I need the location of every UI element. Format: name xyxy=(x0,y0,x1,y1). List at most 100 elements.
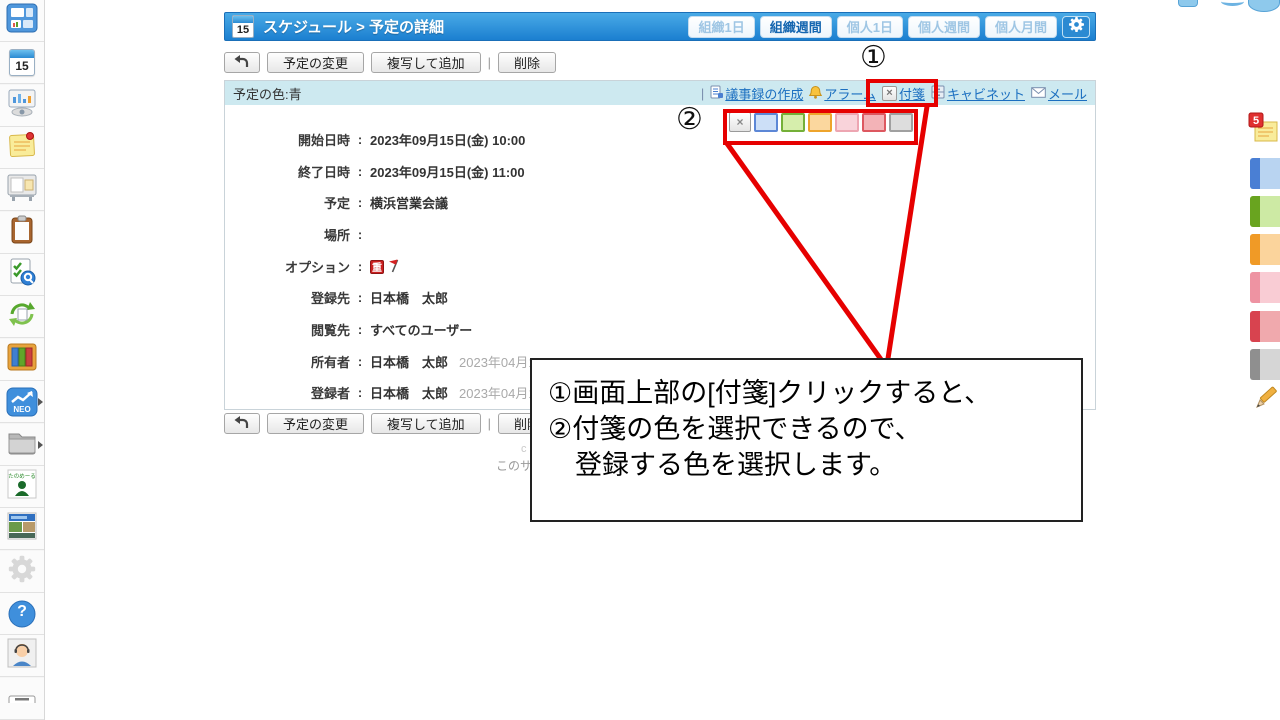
field-label: 所有者 xyxy=(310,355,350,370)
flyout-arrow-icon[interactable] xyxy=(38,397,43,406)
memo-icon xyxy=(6,130,38,165)
annotation-note: ①画面上部の[付箋]クリックすると、 ②付箋の色を選択できるので、 登録する色を… xyxy=(530,358,1083,522)
cropped-icon-fragment xyxy=(1248,0,1280,12)
settings-disabled-icon xyxy=(7,554,37,589)
mail-icon xyxy=(1031,86,1046,101)
important-icon: 重 xyxy=(370,259,384,274)
sidebar-item-folder[interactable] xyxy=(0,424,44,466)
minutes-icon xyxy=(710,85,724,102)
annotation-step1-marker: ① xyxy=(860,41,887,74)
view-button-4[interactable]: 個人月間 xyxy=(984,15,1057,38)
field-value: 2023年09月15日(金) 10:00 xyxy=(370,133,526,148)
sticky-tab-orange[interactable] xyxy=(1250,234,1280,265)
sticky-tab-red[interactable] xyxy=(1250,311,1280,342)
field-value: 日本橋 太郎 xyxy=(370,355,449,370)
calendar-day: 15 xyxy=(236,24,250,36)
screen: 15 NEO たのめーる? 15 スケジュール > 予定の詳細 組織1日 組織週間 個人… xyxy=(0,0,1280,720)
toolbar-button-0[interactable]: 予定の変更 xyxy=(267,413,365,434)
field-value: 日本橋 太郎 xyxy=(370,386,449,401)
left-sidebar: 15 NEO たのめーる? xyxy=(0,0,45,720)
field-date: 2023年04月1 xyxy=(459,355,536,370)
sidebar-item-settings-disabled[interactable] xyxy=(0,551,44,593)
schedule-icon: 15 xyxy=(9,49,35,76)
sidebar-item-bookshelf[interactable] xyxy=(0,339,44,381)
annotation-step2-marker: ② xyxy=(676,103,703,136)
sidebar-item-schedule[interactable]: 15 xyxy=(0,42,44,84)
toolbar-button-1[interactable]: 複写して追加 xyxy=(371,52,481,73)
flag-icon xyxy=(387,258,400,276)
webmeeting-icon xyxy=(6,88,38,123)
field-label: オプション xyxy=(284,260,350,275)
sticky-tab-pink[interactable] xyxy=(1250,272,1280,303)
sidebar-item-circulation[interactable] xyxy=(0,296,44,338)
sidebar-item-help[interactable]: ? xyxy=(0,593,44,635)
flyout-arrow-icon[interactable] xyxy=(38,440,43,449)
view-button-1[interactable]: 組織週間 xyxy=(759,15,832,38)
annotation-highlight-palette xyxy=(723,109,918,145)
toolbar-bottom: 予定の変更 複写して追加 | 削除 xyxy=(224,413,557,434)
support-icon xyxy=(7,638,37,673)
sidebar-item-infosite[interactable] xyxy=(0,508,44,550)
sticky-tab-blue[interactable] xyxy=(1250,158,1280,189)
sidebar-item-workflow[interactable] xyxy=(0,254,44,296)
toolbar-separator: | xyxy=(487,55,492,70)
sidebar-item-text-partial[interactable] xyxy=(0,678,44,720)
annotation-note-line: ②付箋の色を選択できるので、 xyxy=(548,414,922,444)
back-arrow-icon xyxy=(234,415,250,432)
sidebar-item-webmeeting[interactable] xyxy=(0,85,44,127)
alarm-icon xyxy=(809,85,823,102)
sidebar-item-tanomail[interactable]: たのめーる xyxy=(0,466,44,508)
annotation-note-line: ①画面上部の[付箋]クリックすると、 xyxy=(548,378,992,408)
schedule-calendar-icon: 15 xyxy=(232,15,254,38)
field-label: 登録先 xyxy=(310,291,350,306)
circulation-icon xyxy=(6,299,38,334)
toolbar-button-0[interactable]: 予定の変更 xyxy=(267,52,365,73)
field-value: すべてのユーザー xyxy=(370,323,473,338)
schedule-color-label: 予定の色:青 xyxy=(233,86,302,102)
page-title: スケジュール > 予定の詳細 xyxy=(263,19,445,36)
svg-text:5: 5 xyxy=(1253,115,1259,127)
back-arrow-icon xyxy=(234,54,250,71)
link-cabinet[interactable]: キャビネット xyxy=(931,84,1025,103)
view-button-0[interactable]: 組織1日 xyxy=(688,15,755,38)
field-value: 2023年09月15日(金) 11:00 xyxy=(370,165,525,180)
field-label: 登録者 xyxy=(310,386,350,401)
settings-gear-button[interactable] xyxy=(1062,15,1090,38)
cropped-icon-fragment xyxy=(1178,0,1198,7)
pencil-icon[interactable] xyxy=(1254,384,1280,415)
sidebar-item-memo[interactable] xyxy=(0,127,44,169)
field-label: 終了日時 xyxy=(297,165,350,180)
text-partial-icon xyxy=(7,690,37,708)
field-label: 閲覧先 xyxy=(310,323,350,338)
sidebar-item-infoboard[interactable] xyxy=(0,169,44,211)
sticky-tab-green[interactable] xyxy=(1250,196,1280,227)
toolbar-button-1[interactable]: 複写して追加 xyxy=(371,413,481,434)
detail-row-4: オプション: 重 xyxy=(230,257,403,276)
sidebar-item-todo[interactable] xyxy=(0,212,44,254)
sticky-note-count-icon[interactable]: 5 xyxy=(1248,112,1278,155)
sidebar-item-neo[interactable]: NEO xyxy=(0,381,44,423)
sticky-tab-gray[interactable] xyxy=(1250,349,1280,380)
help-icon: ? xyxy=(7,599,37,629)
sidebar-item-support[interactable] xyxy=(0,635,44,677)
annotation-note-line: 登録する色を選択します。 xyxy=(548,450,897,480)
sidebar-item-portal[interactable] xyxy=(0,0,44,42)
detail-row-0: 開始日時:2023年09月15日(金) 10:00 xyxy=(230,130,525,149)
panel-subheader: 予定の色:青 | 議事録の作成 アラーム × 付箋 キャビネット メール xyxy=(225,81,1095,105)
todo-icon xyxy=(6,215,38,250)
delete-button[interactable]: 削除 xyxy=(498,52,557,73)
footer-site-fragment: このサ xyxy=(496,459,533,473)
field-value: 日本橋 太郎 xyxy=(370,291,449,306)
workflow-icon xyxy=(6,257,38,292)
link-minutes[interactable]: 議事録の作成 xyxy=(710,84,803,103)
svg-text:たのめーる: たのめーる xyxy=(8,473,36,480)
neo-icon: NEO xyxy=(6,387,38,417)
infoboard-icon xyxy=(6,172,38,207)
view-button-3[interactable]: 個人週間 xyxy=(907,15,980,38)
back-button[interactable] xyxy=(224,413,260,434)
view-button-2[interactable]: 個人1日 xyxy=(836,15,903,38)
detail-row-2: 予定: 横浜営業会議 xyxy=(230,193,448,212)
field-label: 予定 xyxy=(323,196,350,211)
back-button[interactable] xyxy=(224,52,260,73)
link-mail[interactable]: メール xyxy=(1031,84,1087,103)
